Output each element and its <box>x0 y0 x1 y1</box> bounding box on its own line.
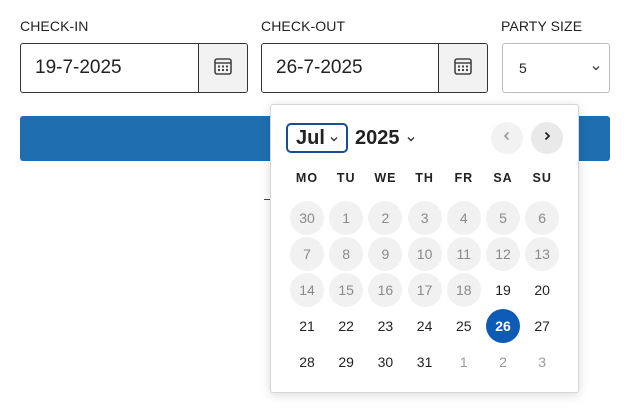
day-cell[interactable]: 25 <box>447 309 481 343</box>
weekday-label: WE <box>374 171 397 185</box>
chevron-down-icon <box>406 127 416 150</box>
day-cell[interactable]: 31 <box>408 345 442 379</box>
party-size-value: 5 <box>519 60 527 76</box>
day-cell: 18 <box>446 273 481 307</box>
checkin-calendar-button[interactable] <box>198 44 247 92</box>
day-cell: 16 <box>368 273 403 307</box>
day-cell: 30 <box>290 201 324 235</box>
chevron-down-icon <box>591 60 601 76</box>
calendar-icon <box>213 56 233 81</box>
month-select[interactable]: Jul <box>286 123 348 153</box>
day-cell[interactable]: 27 <box>525 309 559 343</box>
year-value: 2025 <box>355 126 400 149</box>
day-selected[interactable]: 26 <box>486 309 520 343</box>
day-cell[interactable]: 29 <box>329 345 363 379</box>
day-cell: 14 <box>290 273 324 307</box>
day-cell[interactable]: 30 <box>368 345 402 379</box>
chevron-left-icon <box>501 129 513 147</box>
day-cell[interactable]: 21 <box>290 309 324 343</box>
day-cell[interactable]: 23 <box>368 309 402 343</box>
day-cell: 15 <box>329 273 364 307</box>
checkin-label: CHECK-IN <box>20 18 89 34</box>
weekday-label: SU <box>532 171 552 185</box>
party-size-select[interactable]: 5 <box>502 43 610 93</box>
day-cell: 13 <box>525 237 560 271</box>
day-cell[interactable]: 19 <box>486 273 520 307</box>
checkout-field[interactable]: 26-7-2025 <box>261 43 488 93</box>
day-cell[interactable]: 1 <box>447 345 481 379</box>
day-cell[interactable]: 24 <box>408 309 442 343</box>
day-cell: 3 <box>407 201 442 235</box>
day-cell: 8 <box>329 237 364 271</box>
day-cell: 17 <box>407 273 442 307</box>
prev-month-button[interactable] <box>491 122 523 154</box>
date-picker-popup: Jul 2025 MO TU WE TH FR SA SU 30 1 2 3 4 5 6 7 8 9 10 11 1… <box>270 104 579 393</box>
day-cell: 4 <box>446 201 481 235</box>
weekday-label: TH <box>415 171 434 185</box>
day-cell[interactable]: 22 <box>329 309 363 343</box>
weekday-label: MO <box>295 171 319 185</box>
checkin-field[interactable]: 19-7-2025 <box>20 43 248 93</box>
day-cell: 6 <box>525 201 560 235</box>
day-cell: 12 <box>486 237 520 271</box>
day-cell[interactable]: 2 <box>486 345 520 379</box>
weekday-label: SA <box>493 171 513 185</box>
day-cell: 7 <box>290 237 324 271</box>
day-cell[interactable]: 3 <box>525 345 559 379</box>
day-cell: 1 <box>329 201 364 235</box>
checkin-value[interactable]: 19-7-2025 <box>21 44 198 92</box>
day-cell: 5 <box>486 201 520 235</box>
day-cell: 10 <box>407 237 442 271</box>
month-value: Jul <box>296 126 325 149</box>
day-cell[interactable]: 28 <box>290 345 324 379</box>
weekday-label: TU <box>336 171 356 185</box>
calendar-icon <box>453 56 473 81</box>
checkout-value[interactable]: 26-7-2025 <box>262 44 438 92</box>
day-cell: 11 <box>446 237 481 271</box>
day-cell: 2 <box>368 201 403 235</box>
day-cell[interactable]: 20 <box>525 273 559 307</box>
checkout-label: CHECK-OUT <box>261 18 346 34</box>
year-select[interactable]: 2025 <box>355 123 416 153</box>
weekday-label: FR <box>454 171 474 185</box>
checkout-calendar-button[interactable] <box>438 44 487 92</box>
next-month-button[interactable] <box>531 122 563 154</box>
party-size-label: PARTY SIZE <box>501 18 583 34</box>
chevron-down-icon <box>329 127 339 150</box>
chevron-right-icon <box>541 129 553 147</box>
day-cell: 9 <box>368 237 403 271</box>
